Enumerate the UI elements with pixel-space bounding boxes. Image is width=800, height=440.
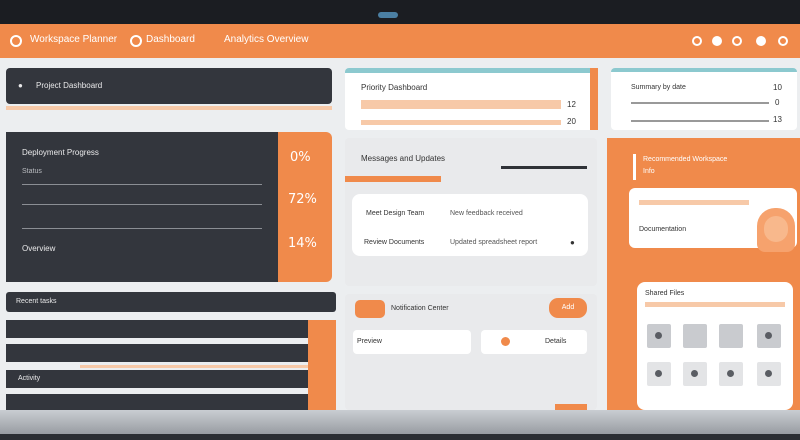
shared-files-card: Shared Files	[637, 282, 793, 410]
top-navigation-bar: Workspace Planner Dashboard Analytics Ov…	[0, 24, 800, 58]
nav-item-workspace[interactable]: Workspace Planner	[30, 34, 117, 45]
webcam	[378, 12, 398, 18]
file-thumbnail[interactable]	[757, 362, 781, 386]
priority-bar	[361, 100, 561, 109]
deployment-panel: Deployment Progress Status Overview	[6, 132, 278, 282]
summary-card: Summary by date 10 0 13	[611, 68, 797, 130]
summary-value: 10	[773, 83, 782, 92]
notification-panel: Notification Center Add Preview Details	[345, 294, 597, 410]
title-marker	[633, 154, 636, 180]
summary-title: Summary by date	[631, 84, 686, 91]
status-dot-icon	[501, 337, 510, 346]
laptop-bezel-top	[0, 0, 800, 24]
help-icon[interactable]	[756, 36, 766, 46]
file-thumbnail[interactable]	[757, 324, 781, 348]
message-value: New feedback received	[450, 210, 523, 217]
details-field[interactable]: Details	[481, 330, 587, 354]
list-accent	[308, 320, 336, 410]
home-icon[interactable]	[130, 35, 142, 47]
divider	[22, 204, 262, 205]
profile-icon[interactable]	[712, 36, 722, 46]
project-title: Project Dashboard	[36, 81, 103, 90]
messages-tab	[345, 176, 441, 182]
priority-value: 12	[567, 100, 576, 109]
recent-tasks-title: Recent tasks	[16, 298, 57, 305]
messages-indicator	[501, 166, 587, 169]
status-label: Status	[22, 168, 42, 175]
workspace-sub: Info	[643, 168, 655, 175]
add-button[interactable]: Add	[549, 298, 587, 318]
shared-files-title: Shared Files	[645, 290, 685, 297]
workspace-panel: Recommended Workspace Info Documentation…	[607, 138, 800, 410]
percent-column: 0% 72% 14%	[278, 132, 332, 282]
chevron-right-icon[interactable]: ●	[570, 238, 575, 247]
priority-card: Priority Dashboard 12 20	[345, 68, 597, 130]
notification-title: Notification Center	[391, 305, 449, 312]
preview-field[interactable]: Preview	[353, 330, 471, 354]
recent-tasks-header: Recent tasks	[6, 292, 336, 312]
file-thumbnail[interactable]	[683, 324, 707, 348]
priority-bar	[361, 120, 561, 125]
list-item[interactable]	[6, 394, 308, 410]
message-label[interactable]: Meet Design Team	[366, 210, 424, 217]
profile-bar	[639, 200, 749, 205]
more-icon[interactable]	[778, 36, 788, 46]
nav-item-dashboard[interactable]: Dashboard	[146, 34, 195, 45]
header-progress-bar	[6, 106, 332, 110]
messages-title: Messages and Updates	[361, 154, 446, 163]
list-item[interactable]	[6, 344, 308, 362]
workspace-title: Recommended Workspace	[643, 156, 728, 163]
menu-icon[interactable]	[10, 35, 22, 47]
divider	[22, 184, 262, 185]
message-value: Updated spreadsheet report	[450, 239, 538, 246]
percent-value: 72%	[288, 192, 317, 207]
list-item[interactable]	[6, 320, 308, 338]
summary-bar	[631, 120, 769, 122]
list-item[interactable]: Activity	[6, 370, 308, 388]
files-bar	[645, 302, 785, 307]
settings-icon[interactable]	[732, 36, 742, 46]
file-thumbnail[interactable]	[683, 362, 707, 386]
nav-item-analytics[interactable]: Analytics Overview	[224, 34, 308, 45]
summary-value: 13	[773, 115, 782, 124]
details-label: Details	[545, 338, 567, 345]
avatar	[757, 208, 795, 252]
notification-badge	[355, 300, 385, 318]
list-progress	[80, 365, 308, 368]
deployment-title: Deployment Progress	[22, 148, 99, 157]
project-header-card: ● Project Dashboard	[6, 68, 332, 104]
notification-icon[interactable]	[692, 36, 702, 46]
percent-value: 14%	[288, 236, 317, 251]
percent-value: 0%	[290, 150, 311, 165]
divider	[22, 228, 262, 229]
file-thumbnail[interactable]	[719, 362, 743, 386]
summary-value: 0	[775, 98, 780, 107]
activity-label: Activity	[18, 375, 41, 382]
laptop-base	[0, 410, 800, 440]
messages-list: Meet Design Team New feedback received R…	[352, 194, 588, 256]
file-thumbnail[interactable]	[719, 324, 743, 348]
overview-label: Overview	[22, 244, 56, 253]
file-thumbnail[interactable]	[647, 324, 671, 348]
priority-value: 20	[567, 117, 576, 126]
profile-label: Documentation	[639, 226, 687, 233]
header-circle-icon: ●	[18, 81, 23, 90]
priority-title: Priority Dashboard	[361, 83, 428, 92]
preview-label: Preview	[357, 338, 382, 345]
card-accent	[590, 68, 598, 130]
file-thumbnail[interactable]	[647, 362, 671, 386]
message-label[interactable]: Review Documents	[364, 239, 424, 246]
summary-bar	[631, 102, 769, 104]
screen: Workspace Planner Dashboard Analytics Ov…	[0, 24, 800, 410]
